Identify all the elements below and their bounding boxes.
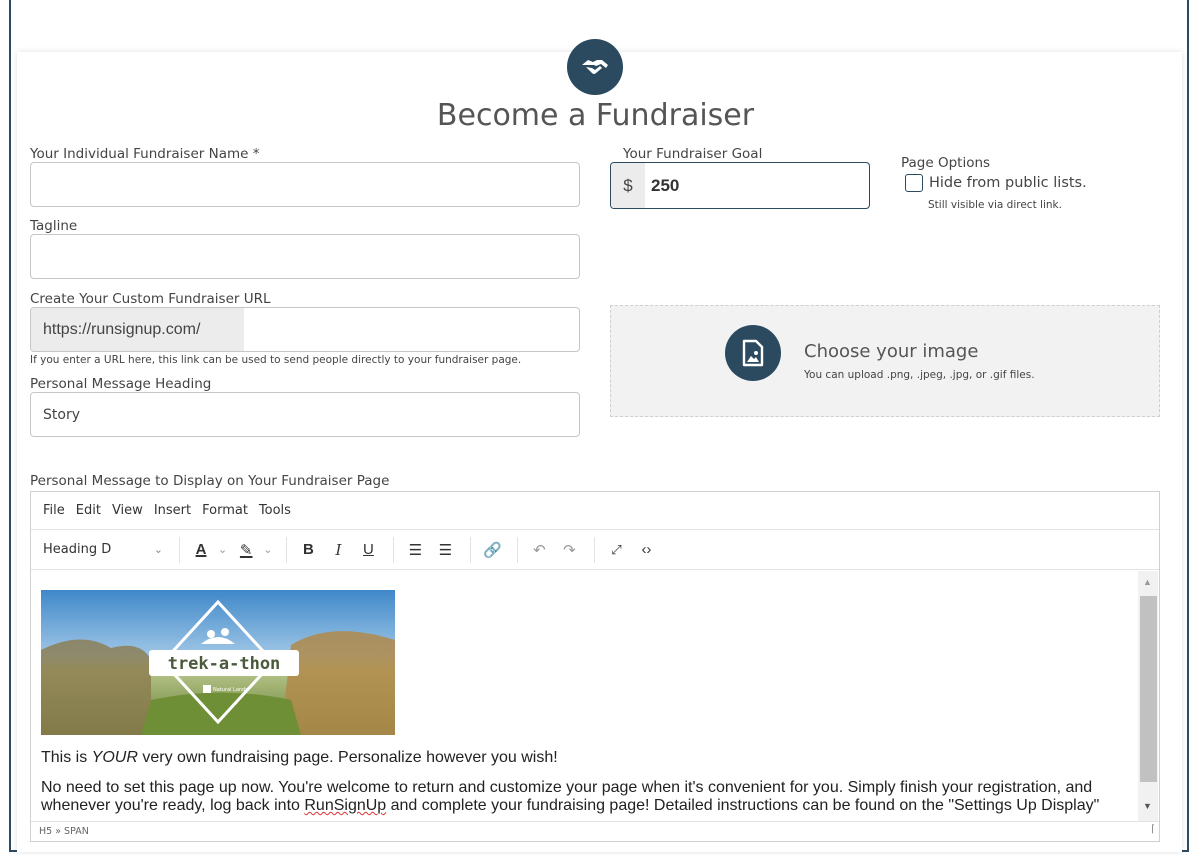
custom-url-label: Create Your Custom Fundraiser URL	[30, 291, 271, 307]
toolbar-divider	[470, 536, 472, 563]
undo-icon: ↶	[533, 541, 546, 559]
toolbar-divider	[286, 536, 288, 563]
highlight-color-button[interactable]: ✎	[233, 536, 259, 564]
menu-tools[interactable]: Tools	[259, 503, 291, 518]
text-color-icon: A	[195, 541, 207, 558]
redo-button[interactable]: ↷	[556, 536, 582, 564]
hide-hint: Still visible via direct link.	[928, 199, 1062, 211]
hide-from-lists-checkbox[interactable]	[905, 174, 923, 192]
fullscreen-icon: ⤢	[611, 541, 622, 557]
tagline-label: Tagline	[30, 218, 78, 234]
fullscreen-button[interactable]: ⤢	[603, 536, 629, 564]
menu-insert[interactable]: Insert	[154, 503, 191, 518]
chevron-down-icon[interactable]: ⌄	[218, 543, 227, 556]
goal-field[interactable]: $ 250	[610, 162, 870, 209]
toolbar-divider	[517, 536, 519, 563]
underline-icon: U	[363, 541, 374, 558]
goal-input[interactable]: 250	[645, 163, 869, 208]
source-code-icon: ‹›	[641, 541, 652, 558]
bullet-list-icon: ☰	[408, 541, 423, 559]
image-dropzone[interactable]: Choose your image You can upload .png, .…	[610, 305, 1160, 417]
message-label: Personal Message to Display on Your Fund…	[30, 473, 390, 489]
underline-button[interactable]: U	[355, 536, 381, 564]
menu-view[interactable]: View	[112, 503, 143, 518]
runsignup-word: RunSignUp	[304, 797, 387, 814]
fundraiser-name-label: Your Individual Fundraiser Name *	[30, 146, 260, 162]
menu-file[interactable]: File	[43, 503, 65, 518]
msg1-text-b: very own fundraising page. Personalize h…	[137, 749, 558, 766]
element-path[interactable]: H5 » SPAN	[39, 826, 89, 837]
bold-icon: B	[303, 541, 314, 558]
msg1-emphasis: YOUR	[91, 749, 138, 766]
banner-small-text: Natural Lands	[213, 687, 248, 693]
toolbar-divider	[594, 536, 596, 563]
message-heading-value: Story	[43, 406, 80, 423]
dropzone-hint: You can upload .png, .jpeg, .jpg, or .gi…	[804, 369, 1035, 381]
editor-statusbar: H5 » SPAN ⌈	[31, 821, 1159, 842]
highlight-pen-icon: ✎	[239, 541, 253, 559]
image-file-icon	[725, 325, 781, 381]
msg1-text-a: This is	[41, 749, 92, 766]
bullet-list-button[interactable]: ☰	[402, 536, 428, 564]
redo-icon: ↷	[563, 541, 576, 559]
menu-format[interactable]: Format	[202, 503, 248, 518]
fundraiser-name-input[interactable]	[30, 162, 580, 207]
block-format-select[interactable]: Heading D ⌄	[43, 542, 171, 557]
scroll-up-arrow-icon[interactable]: ▲	[1143, 577, 1152, 587]
text-color-button[interactable]: A	[188, 536, 214, 564]
handshake-icon	[567, 39, 623, 95]
numbered-list-icon: ☰	[438, 541, 453, 559]
page-title: Become a Fundraiser	[436, 98, 755, 133]
custom-url-hint: If you enter a URL here, this link can b…	[30, 354, 522, 366]
rich-text-editor: File Edit View Insert Format Tools Headi…	[30, 491, 1160, 842]
source-code-button[interactable]: ‹›	[633, 536, 659, 564]
custom-url-input[interactable]	[244, 308, 579, 351]
editor-toolbar: Heading D ⌄ A ⌄ ✎ ⌄ B I U ☰ ☰ 🔗 ↶ ↷ ⤢ ‹›	[31, 530, 1159, 570]
bold-button[interactable]: B	[295, 536, 321, 564]
editor-content[interactable]: trek-a-thon Natural Lands This is YOUR v…	[31, 571, 1138, 821]
italic-button[interactable]: I	[325, 536, 351, 564]
toolbar-divider	[179, 536, 180, 563]
scroll-down-arrow-icon[interactable]: ▼	[1143, 801, 1152, 811]
link-icon: 🔗	[483, 541, 502, 559]
goal-currency: $	[611, 163, 645, 208]
block-format-value: Heading D	[43, 542, 112, 557]
editor-scrollbar[interactable]: ▲ ▼	[1138, 571, 1158, 821]
message-heading-input[interactable]: Story	[30, 392, 580, 437]
msg2-text-b: and complete your fundraising page! Deta…	[386, 797, 1100, 814]
menu-edit[interactable]: Edit	[76, 503, 101, 518]
hide-from-lists-label[interactable]: Hide from public lists.	[929, 175, 1087, 191]
tagline-input[interactable]	[30, 234, 580, 279]
undo-button[interactable]: ↶	[526, 536, 552, 564]
resize-handle-icon[interactable]: ⌈	[1151, 820, 1155, 840]
message-heading-label: Personal Message Heading	[30, 376, 212, 392]
scroll-thumb[interactable]	[1140, 596, 1157, 782]
url-prefix: https://runsignup.com/	[31, 308, 244, 351]
chevron-down-icon[interactable]: ⌄	[263, 543, 272, 556]
banner-text: trek-a-thon	[168, 654, 281, 674]
trek-a-thon-banner: trek-a-thon Natural Lands	[41, 590, 395, 735]
page-options-label: Page Options	[901, 155, 991, 171]
message-paragraph-1: This is YOUR very own fundraising page. …	[41, 749, 558, 767]
message-paragraph-2: No need to set this page up now. You're …	[41, 779, 1126, 815]
goal-label: Your Fundraiser Goal	[623, 146, 763, 162]
italic-icon: I	[335, 540, 342, 559]
editor-menubar: File Edit View Insert Format Tools	[31, 492, 1159, 530]
numbered-list-button[interactable]: ☰	[432, 536, 458, 564]
toolbar-divider	[393, 536, 395, 563]
chevron-down-icon: ⌄	[153, 543, 163, 556]
custom-url-field[interactable]: https://runsignup.com/	[30, 307, 580, 352]
link-button[interactable]: 🔗	[479, 536, 505, 564]
dropzone-title: Choose your image	[804, 341, 979, 362]
